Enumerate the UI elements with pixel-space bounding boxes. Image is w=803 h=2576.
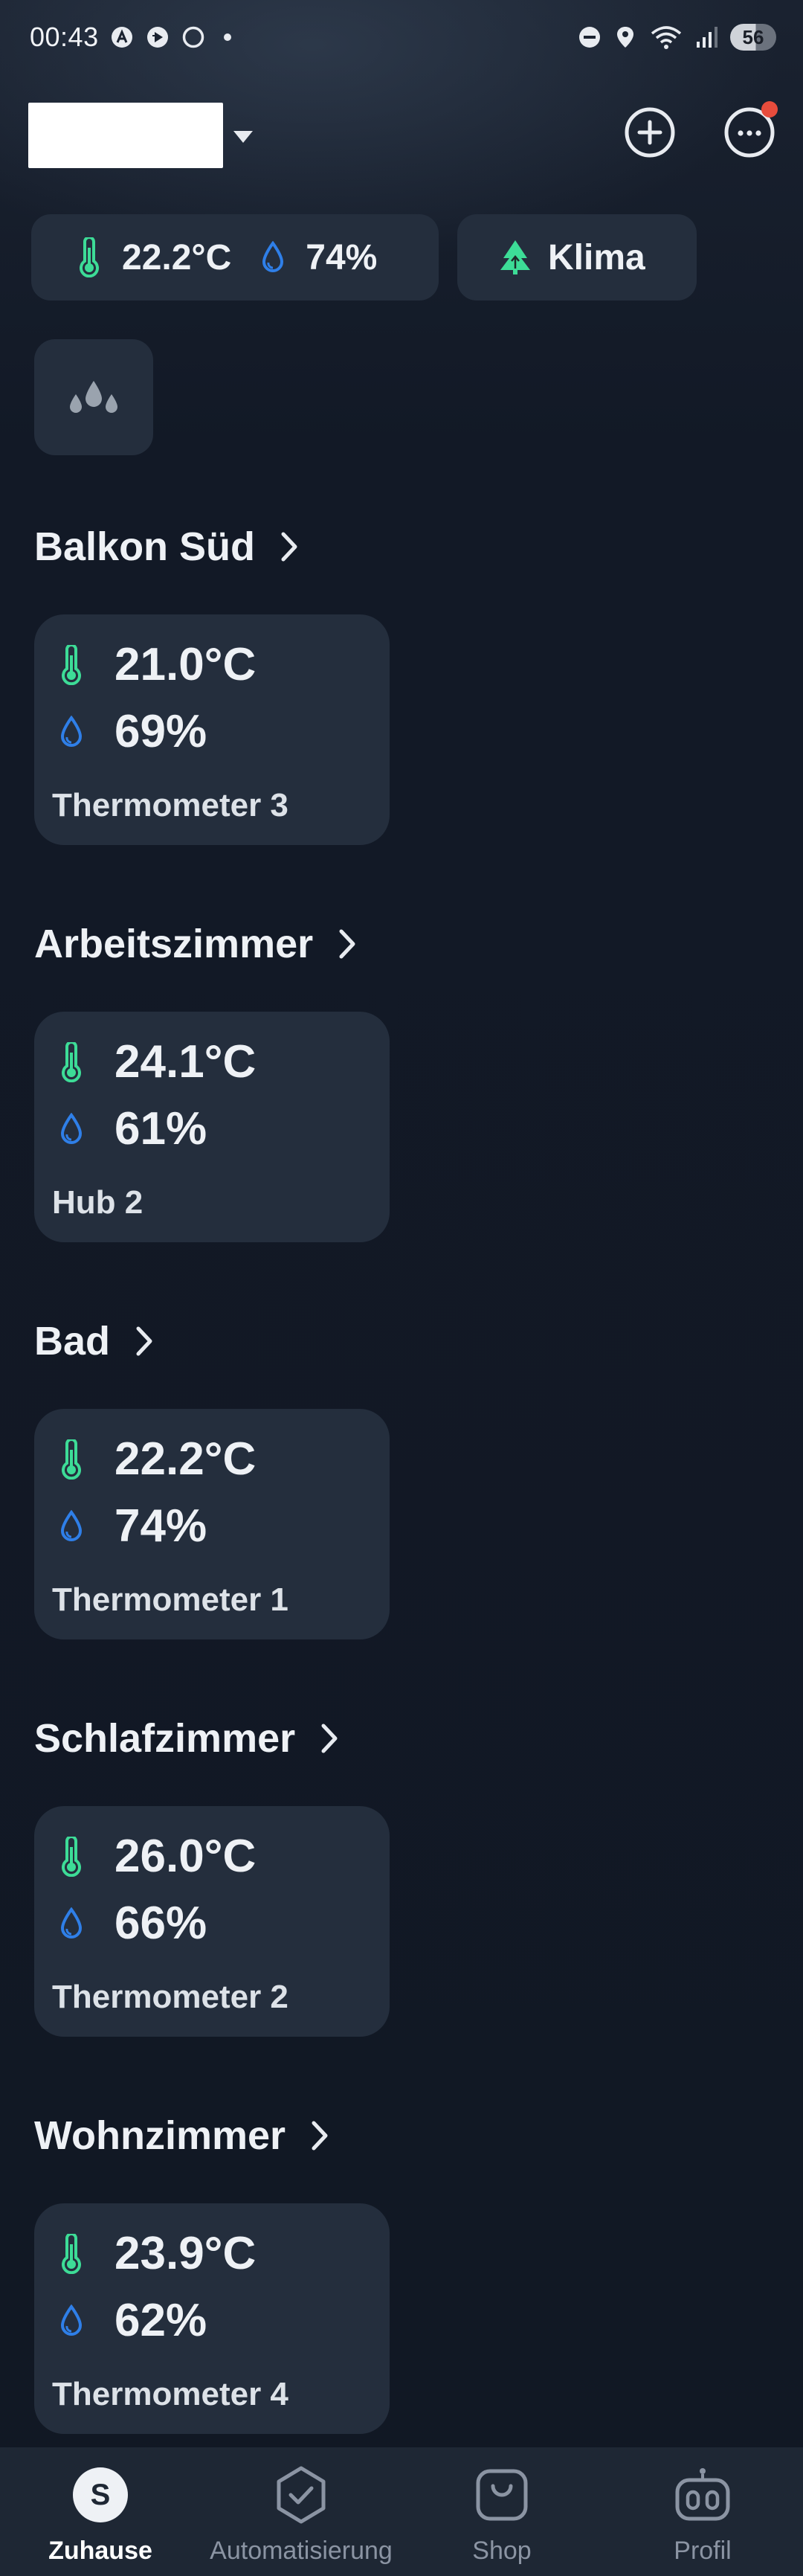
chevron-right-icon [280, 528, 303, 565]
droplet-icon [58, 2301, 85, 2341]
shopping-bag-icon [471, 2464, 533, 2526]
room-title-arbeitszimmer[interactable]: Arbeitszimmer [34, 918, 361, 970]
device-card-thermometer-4[interactable]: 23.9°C 62% Thermometer 4 [34, 2203, 390, 2434]
status-time: 00:43 [30, 22, 99, 52]
home-screen: 00:43 56 22.2°C 74% Klima Balkon Süd 21.… [0, 0, 803, 2576]
nav-label: Automatisierung [210, 2537, 393, 2565]
device-temperature: 23.9°C [115, 2228, 257, 2279]
thermometer-icon [58, 1836, 85, 1877]
droplet-icon [58, 1904, 85, 1944]
droplet-icon [58, 1109, 85, 1149]
device-card-thermometer-2[interactable]: 26.0°C 66% Thermometer 2 [34, 1806, 390, 2037]
signal-icon [694, 25, 720, 50]
device-name: Thermometer 3 [52, 787, 288, 823]
device-humidity-row: 61% [58, 1102, 207, 1155]
device-humidity: 62% [115, 2295, 207, 2346]
room-name: Bad [34, 1319, 111, 1364]
thermometer-icon [58, 2233, 85, 2274]
room-title-balkon-sued[interactable]: Balkon Süd [34, 521, 303, 573]
nav-tab-shop[interactable]: Shop [402, 2447, 602, 2576]
device-card-thermometer-3[interactable]: 21.0°C 69% Thermometer 3 [34, 614, 390, 845]
device-temperature-row: 26.0°C [58, 1830, 256, 1883]
home-name[interactable] [28, 103, 223, 168]
device-name: Thermometer 1 [52, 1581, 288, 1618]
klima-chip[interactable]: Klima [457, 214, 697, 301]
status-left: 00:43 [30, 22, 231, 53]
plus-circle-icon [625, 107, 675, 158]
notification-dot [761, 101, 778, 118]
app-play-icon [145, 25, 170, 50]
add-button[interactable] [622, 104, 678, 161]
nav-tab-automatisierung[interactable]: Automatisierung [201, 2447, 402, 2576]
room-title-schlafzimmer[interactable]: Schlafzimmer [34, 1712, 343, 1764]
check-shield-icon [270, 2464, 332, 2526]
room-name: Arbeitszimmer [34, 922, 314, 966]
nav-label: Profil [674, 2537, 732, 2565]
chevron-right-icon [135, 1323, 158, 1360]
battery-icon: 56 [730, 24, 776, 51]
nav-label: Zuhause [48, 2537, 152, 2565]
nav-label: Shop [472, 2537, 532, 2565]
header [0, 89, 803, 186]
thermometer-icon [73, 237, 106, 278]
status-bar: 00:43 56 [0, 0, 803, 74]
tree-icon [499, 237, 532, 278]
room-title-wohnzimmer[interactable]: Wohnzimmer [34, 2110, 333, 2162]
water-drops-icon [70, 381, 117, 413]
humidity-scene-button[interactable] [34, 339, 153, 455]
device-temperature: 26.0°C [115, 1831, 257, 1882]
circle-icon [181, 25, 206, 50]
device-temperature-row: 24.1°C [58, 1035, 256, 1088]
room-title-bad[interactable]: Bad [34, 1315, 158, 1367]
device-name: Thermometer 4 [52, 2376, 288, 2412]
device-temperature-row: 23.9°C [58, 2227, 256, 2280]
nav-tab-profil[interactable]: Profil [602, 2447, 803, 2576]
device-humidity-row: 74% [58, 1500, 207, 1552]
caret-down-icon[interactable] [232, 128, 254, 146]
device-temperature: 22.2°C [115, 1433, 257, 1485]
status-right: 56 [577, 24, 776, 51]
robot-icon [671, 2464, 734, 2526]
device-humidity-row: 62% [58, 2294, 207, 2347]
summary-humidity: 74% [306, 237, 378, 277]
device-card-thermometer-1[interactable]: 22.2°C 74% Thermometer 1 [34, 1409, 390, 1639]
thermometer-icon [58, 644, 85, 685]
device-temperature: 21.0°C [115, 639, 257, 690]
summary-temperature: 22.2°C [122, 237, 232, 277]
device-name: Hub 2 [52, 1184, 143, 1221]
device-card-hub-2[interactable]: 24.1°C 61% Hub 2 [34, 1012, 390, 1242]
thermometer-icon [58, 1041, 85, 1082]
chevron-right-icon [320, 1720, 343, 1757]
device-humidity: 61% [115, 1103, 207, 1154]
location-icon [613, 25, 638, 50]
device-name: Thermometer 2 [52, 1979, 288, 2015]
room-name: Schlafzimmer [34, 1716, 296, 1761]
device-humidity: 74% [115, 1500, 207, 1552]
droplet-icon [58, 1506, 85, 1546]
climate-summary-chip[interactable]: 22.2°C 74% [31, 214, 439, 301]
thermometer-icon [58, 1439, 85, 1480]
device-humidity: 69% [115, 706, 207, 757]
klima-label: Klima [548, 237, 645, 277]
home-s-icon: S [69, 2464, 132, 2526]
room-name: Balkon Süd [34, 524, 256, 569]
device-temperature-row: 22.2°C [58, 1433, 256, 1485]
wifi-icon [648, 25, 684, 50]
chevron-right-icon [311, 2117, 333, 2154]
device-temperature-row: 21.0°C [58, 638, 256, 691]
droplet-icon [257, 237, 289, 278]
device-humidity-row: 69% [58, 705, 207, 758]
room-name: Wohnzimmer [34, 2113, 286, 2158]
chevron-right-icon [338, 925, 361, 963]
device-temperature: 24.1°C [115, 1036, 257, 1088]
droplet-icon [58, 712, 85, 752]
device-humidity-row: 66% [58, 1897, 207, 1950]
nav-tab-zuhause[interactable]: S Zuhause [0, 2447, 201, 2576]
app-a-icon [109, 25, 135, 50]
dnd-icon [577, 25, 602, 50]
device-humidity: 66% [115, 1898, 207, 1949]
dot-icon [223, 33, 231, 41]
home-letter: S [73, 2467, 128, 2522]
bottom-navigation: S Zuhause Automatisierung Shop Profil [0, 2447, 803, 2576]
